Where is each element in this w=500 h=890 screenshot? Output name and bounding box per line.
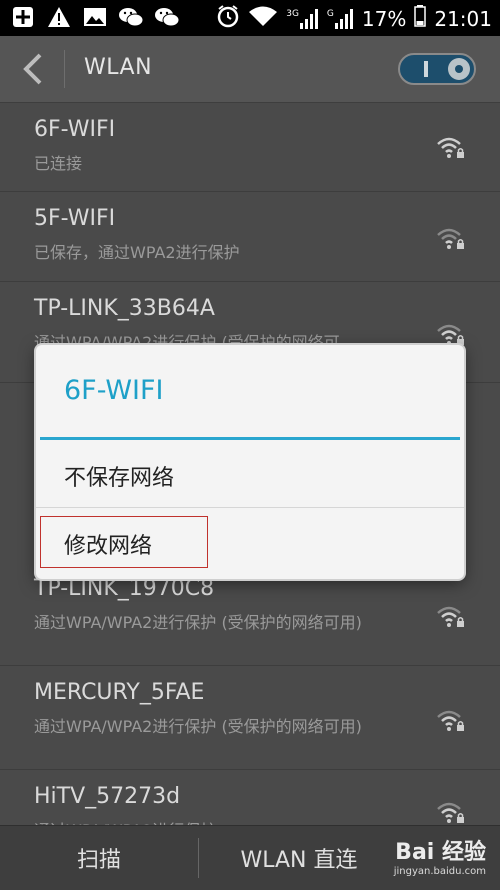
network-status: 已保存，通过WPA2进行保护 (34, 243, 240, 262)
wifi-locked-icon (437, 606, 464, 627)
toggle-on-mark (424, 61, 428, 77)
system-status: 3G G 17% 21:01 (216, 4, 492, 33)
notification-icons (10, 5, 180, 29)
network-ssid: TP-LINK_33B64A (34, 296, 215, 321)
network-g-label: G (326, 8, 334, 19)
network-ssid: TP-LINK_1970C8 (34, 576, 215, 601)
warning-icon (46, 5, 72, 29)
clock: 21:01 (434, 6, 492, 31)
list-item[interactable]: HiTV_57273d 通过WPA/WPA2进行保护 (0, 770, 500, 840)
network-ssid: HiTV_57273d (34, 784, 181, 809)
page-title: WLAN (84, 55, 153, 80)
wlan-toggle[interactable] (398, 53, 476, 85)
watermark: Bai 经验 jingyan.baidu.com (394, 834, 486, 877)
network-ssid: 5F-WIFI (34, 206, 116, 231)
plus-box-icon (10, 5, 36, 29)
list-item[interactable]: 5F-WIFI 已保存，通过WPA2进行保护 (0, 192, 500, 282)
bottom-bar: 扫描 WLAN 直连 Bai 经验 jingyan.baidu.com (0, 825, 500, 890)
alarm-icon (216, 4, 240, 33)
network-status: 已连接 (34, 154, 83, 173)
watermark-url: jingyan.baidu.com (393, 866, 486, 877)
scan-button[interactable]: 扫描 (0, 826, 198, 890)
list-item[interactable]: 6F-WIFI 已连接 (0, 103, 500, 192)
wifi-locked-icon (437, 710, 464, 731)
option-label: 不保存网络 (64, 466, 175, 491)
battery-icon (414, 5, 427, 32)
list-item[interactable]: MERCURY_5FAE 通过WPA/WPA2进行保护 (受保护的网络可用) (0, 666, 500, 770)
network-ssid: 6F-WIFI (34, 117, 116, 142)
wifi-locked-icon (437, 137, 464, 158)
chevron-left-icon (23, 53, 42, 85)
wechat-icon (154, 5, 180, 29)
network-3g-label: 3G (286, 8, 299, 19)
dialog-title: 6F-WIFI (64, 375, 164, 406)
network-status: 通过WPA/WPA2进行保护 (受保护的网络可用) (34, 717, 362, 736)
wlan-direct-button[interactable]: WLAN 直连 (199, 826, 399, 890)
watermark-logo: Bai 经验 (395, 840, 486, 865)
signal-g-icon: G (326, 8, 354, 29)
wechat-icon (118, 5, 144, 29)
signal-3g-icon: 3G (286, 8, 319, 29)
battery-percent: 17% (361, 6, 407, 31)
wifi-locked-icon (437, 802, 464, 823)
wifi-status-icon (248, 5, 278, 32)
appbar-divider (64, 50, 65, 88)
network-options-dialog: 6F-WIFI 不保存网络 修改网络 (36, 345, 464, 579)
network-ssid: MERCURY_5FAE (34, 680, 205, 705)
highlight-box (40, 516, 208, 568)
forget-network-option[interactable]: 不保存网络 (36, 440, 464, 510)
image-icon (82, 5, 108, 29)
network-status: 通过WPA/WPA2进行保护 (受保护的网络可用) (34, 613, 362, 632)
toggle-knob (448, 58, 470, 80)
back-button[interactable] (18, 52, 48, 86)
wifi-locked-icon (437, 228, 464, 249)
status-bar: 3G G 17% 21:01 (0, 0, 500, 36)
app-bar: WLAN (0, 36, 500, 103)
